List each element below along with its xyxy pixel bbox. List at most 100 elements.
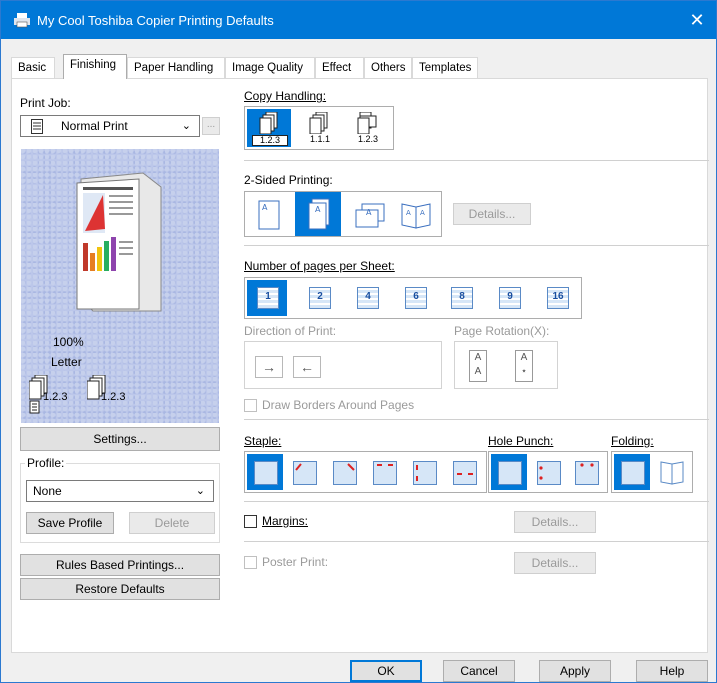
tab-basic[interactable]: Basic <box>11 57 55 79</box>
divider <box>244 501 709 502</box>
apply-button[interactable]: Apply <box>539 660 611 682</box>
staple-left-double-icon <box>413 461 437 485</box>
margins-label: Margins: <box>262 514 309 528</box>
hole-punch-none-option[interactable] <box>491 454 527 490</box>
poster-print-label: Poster Print: <box>262 555 329 569</box>
copy-handling-caption-2: 1.1.1 <box>309 134 331 144</box>
nup-page-icon: 1 <box>257 287 279 309</box>
nup-option-9[interactable]: 9 <box>489 280 529 316</box>
staple-top-right-option[interactable] <box>327 454 361 490</box>
rotation-normal-icon[interactable]: AA <box>469 350 487 382</box>
delete-profile-button[interactable]: Delete <box>129 512 215 534</box>
hole-punch-label: Hole Punch: <box>488 434 554 448</box>
divider <box>244 541 709 542</box>
folding-half-option[interactable] <box>654 454 688 490</box>
copy-handling-rotate-option[interactable]: 1.2.3 <box>345 109 389 147</box>
group-copies-icon <box>309 112 328 134</box>
nup-option-8[interactable]: 8 <box>441 280 481 316</box>
draw-borders-checkbox[interactable] <box>244 399 257 412</box>
ok-button[interactable]: OK <box>350 660 422 682</box>
poster-print-checkbox[interactable] <box>244 556 257 569</box>
preview-copy-order-2: 1.2.3 <box>101 391 126 403</box>
print-preview: 100% Letter 1.2.3 1.2.3 <box>21 149 219 423</box>
divider <box>244 419 709 420</box>
cancel-button[interactable]: Cancel <box>443 660 515 682</box>
nup-option-16[interactable]: 16 <box>537 280 577 316</box>
profile-select[interactable]: None ⌄ <box>26 480 214 502</box>
tab-templates[interactable]: Templates <box>412 57 478 79</box>
margins-checkbox[interactable] <box>244 515 257 528</box>
tab-image-quality[interactable]: Image Quality <box>225 57 315 79</box>
page-rotation-label: Page Rotation(X): <box>454 324 550 338</box>
booklet-icon: AA <box>401 203 431 229</box>
hole-punch-top-option[interactable] <box>569 454 603 490</box>
page-icon <box>498 461 522 485</box>
staple-top-double-icon <box>373 461 397 485</box>
document-icon <box>31 119 43 134</box>
nup-value: 6 <box>413 291 419 302</box>
folding-group <box>611 451 693 493</box>
profile-value: None <box>33 484 62 498</box>
tab-effect[interactable]: Effect <box>315 57 364 79</box>
hole-punch-left-option[interactable] <box>531 454 565 490</box>
nup-value: 4 <box>365 291 371 302</box>
two-sided-details-button[interactable]: Details... <box>453 203 531 225</box>
tab-finishing[interactable]: Finishing <box>63 54 127 79</box>
two-sided-tablet-option[interactable]: A <box>349 196 389 234</box>
staple-label: Staple: <box>244 434 282 448</box>
print-job-more-button[interactable]: ... <box>202 117 220 135</box>
window-title: My Cool Toshiba Copier Printing Defaults <box>37 13 274 28</box>
help-button[interactable]: Help <box>636 660 708 682</box>
svg-text:A: A <box>406 209 411 217</box>
nup-option-4[interactable]: 4 <box>347 280 387 316</box>
copy-handling-group-option[interactable]: 1.1.1 <box>297 109 341 147</box>
profile-label: Profile: <box>25 456 67 470</box>
tab-others[interactable]: Others <box>364 57 412 79</box>
two-sided-group: A A A AA <box>244 191 442 237</box>
direction-of-print-label: Direction of Print: <box>244 324 337 338</box>
staple-bottom-double-option[interactable] <box>447 454 481 490</box>
settings-button[interactable]: Settings... <box>20 427 220 451</box>
two-sided-booklet-option[interactable]: AA <box>395 196 435 234</box>
staple-top-left-option[interactable] <box>287 454 321 490</box>
folding-none-option[interactable] <box>614 454 650 490</box>
left-to-right-arrow-icon[interactable]: → <box>255 356 283 378</box>
nup-value: 1 <box>265 291 271 302</box>
nup-value: 9 <box>507 291 513 302</box>
draw-borders-label: Draw Borders Around Pages <box>262 398 415 412</box>
staple-top-right-icon <box>333 461 357 485</box>
save-profile-button[interactable]: Save Profile <box>26 512 114 534</box>
nup-page-icon: 8 <box>451 287 473 309</box>
svg-text:A: A <box>315 205 321 214</box>
nup-option-6[interactable]: 6 <box>395 280 435 316</box>
staple-group <box>244 451 487 493</box>
copy-handling-label: Copy Handling: <box>244 89 327 103</box>
close-icon[interactable]: ✕ <box>686 9 708 31</box>
chevron-down-icon: ⌄ <box>195 485 205 497</box>
nup-page-icon: 6 <box>405 287 427 309</box>
print-job-select[interactable]: Normal Print ⌄ <box>20 115 200 137</box>
nup-option-1[interactable]: 1 <box>247 280 287 316</box>
dialog-footer: OK Cancel Apply Help <box>1 660 717 682</box>
staple-bottom-double-icon <box>453 461 477 485</box>
two-sided-book-option[interactable]: A <box>295 192 341 236</box>
rules-based-printings-button[interactable]: Rules Based Printings... <box>20 554 220 576</box>
tab-paper-handling[interactable]: Paper Handling <box>127 57 225 79</box>
margins-details-button[interactable]: Details... <box>514 511 596 533</box>
restore-defaults-button[interactable]: Restore Defaults <box>20 578 220 600</box>
poster-print-details-button[interactable]: Details... <box>514 552 596 574</box>
nup-page-icon: 16 <box>547 287 569 309</box>
nup-option-2[interactable]: 2 <box>299 280 339 316</box>
nup-page-icon: 4 <box>357 287 379 309</box>
two-sided-off-option[interactable]: A <box>249 196 287 234</box>
right-to-left-arrow-icon[interactable]: ← <box>293 356 321 378</box>
staple-top-double-option[interactable] <box>367 454 401 490</box>
copy-handling-caption-3: 1.2.3 <box>357 134 379 144</box>
preview-paper-size: Letter <box>51 355 82 369</box>
single-page-icon: A <box>258 200 280 230</box>
staple-left-double-option[interactable] <box>407 454 441 490</box>
profile-group: Profile: None ⌄ Save Profile Delete <box>20 456 220 543</box>
staple-none-option[interactable] <box>247 454 283 490</box>
rotation-180-icon[interactable]: A ⋆ <box>515 350 533 382</box>
copy-handling-collate-option[interactable]: 1.2.3 <box>247 109 291 147</box>
